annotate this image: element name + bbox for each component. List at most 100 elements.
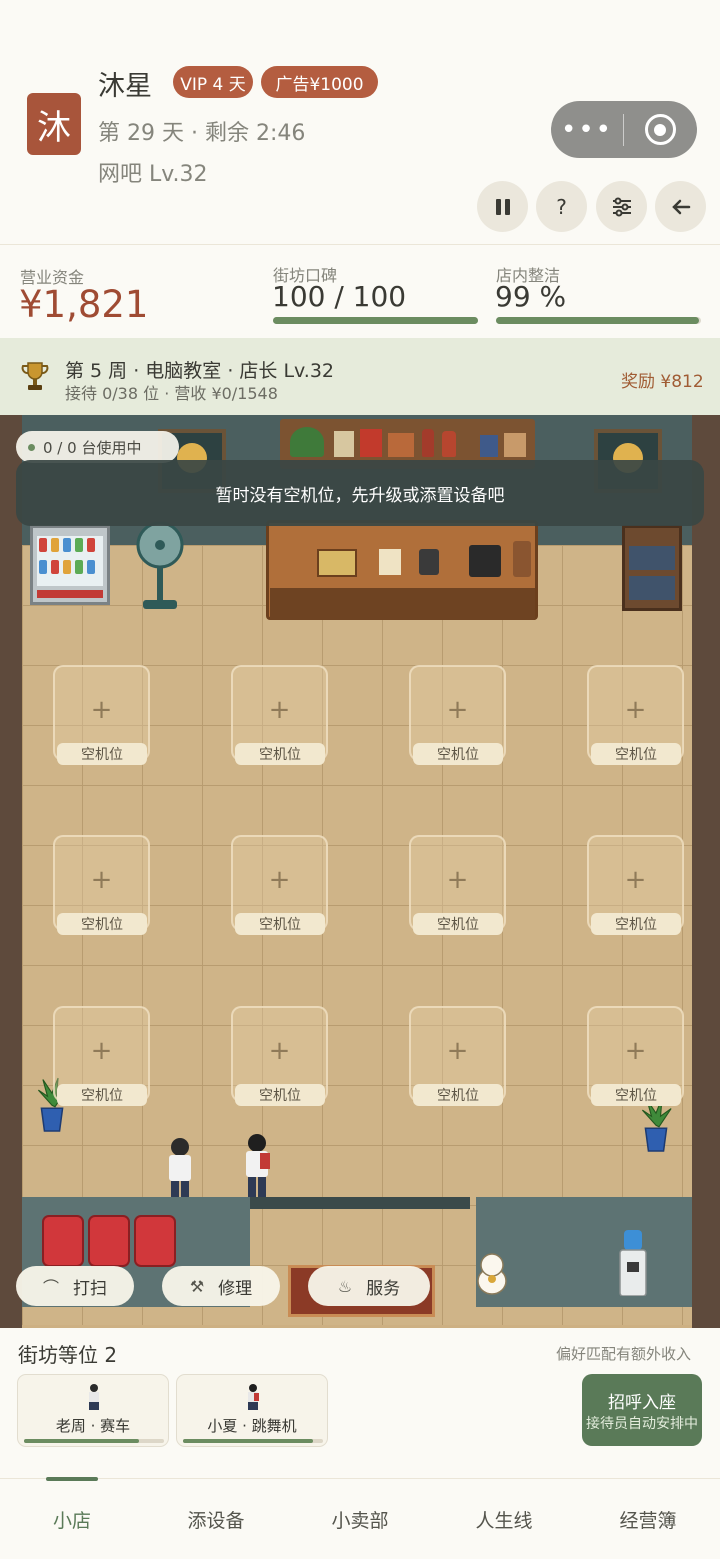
empty-slot-label: 空机位 xyxy=(57,913,147,935)
close-miniprogram-button[interactable] xyxy=(624,101,696,158)
empty-slot-label: 空机位 xyxy=(591,1084,681,1106)
miniprogram-capsule: ••• xyxy=(551,101,697,158)
empty-slot-label: 空机位 xyxy=(591,913,681,935)
waiting-customer-card[interactable]: 小夏 · 跳舞机 xyxy=(176,1374,328,1447)
settings-button[interactable] xyxy=(596,181,647,232)
customer-avatar-icon xyxy=(89,1384,99,1410)
customer-name: 老周 · 赛车 xyxy=(55,1417,131,1435)
left-wall xyxy=(0,415,22,1328)
usage-text: 0 / 0 台使用中 xyxy=(43,438,142,457)
plus-icon: + xyxy=(268,865,291,895)
help-button[interactable]: ? xyxy=(536,181,587,232)
broom-icon: ⌒ xyxy=(42,1278,59,1297)
counter-front xyxy=(270,588,535,620)
empty-slot-label: 空机位 xyxy=(591,743,681,765)
greet-label: 招呼入座 xyxy=(608,1392,676,1413)
repair-button[interactable]: ⚒ 修理 xyxy=(162,1266,280,1306)
water-dispenser-icon xyxy=(619,1230,647,1296)
ad-badge[interactable]: 广告¥1000 xyxy=(261,66,378,98)
reputation-bar xyxy=(273,317,478,324)
tab-shop[interactable]: 小店 xyxy=(0,1479,144,1559)
customer-sprite[interactable] xyxy=(240,1131,274,1207)
back-button[interactable] xyxy=(655,181,706,232)
doorframe xyxy=(250,1197,470,1209)
plus-icon: + xyxy=(446,865,469,895)
plus-icon: + xyxy=(624,1036,647,1066)
trophy-icon xyxy=(21,362,49,390)
weekly-progress: 接待 0/38 位 · 营收 ¥0/1548 xyxy=(65,384,278,403)
plus-icon: + xyxy=(268,1036,291,1066)
serve-label: 服务 xyxy=(366,1278,401,1299)
status-dot-icon xyxy=(28,443,35,451)
target-icon xyxy=(644,114,676,145)
empty-slot-label: 空机位 xyxy=(413,1084,503,1106)
greet-status: 接待员自动安排中 xyxy=(586,1415,698,1432)
sweep-label: 打扫 xyxy=(73,1278,107,1299)
serving-bell-icon: ♨ xyxy=(337,1276,353,1296)
repair-label: 修理 xyxy=(218,1278,253,1299)
electric-fan[interactable] xyxy=(135,520,185,612)
arrow-left-icon xyxy=(671,199,690,214)
plus-icon: + xyxy=(268,695,291,725)
funds-value: ¥1,821 xyxy=(19,283,149,326)
plus-icon: + xyxy=(624,865,647,895)
queue-hint: 偏好匹配有额外收入 xyxy=(556,1345,692,1363)
plus-icon: + xyxy=(446,1036,469,1066)
pause-icon xyxy=(495,198,510,215)
weekly-title: 第 5 周 · 电脑教室 · 店长 Lv.32 xyxy=(65,360,335,382)
tab-ledger[interactable]: 经营簿 xyxy=(576,1479,720,1559)
empty-slot-label: 空机位 xyxy=(235,1084,325,1106)
reputation-bar-fill xyxy=(273,317,478,324)
empty-slot-label: 空机位 xyxy=(235,913,325,935)
pause-button[interactable] xyxy=(477,181,528,232)
patience-bar-fill xyxy=(183,1439,314,1443)
tab-snack-bar[interactable]: 小卖部 xyxy=(288,1479,432,1559)
patience-bar xyxy=(183,1439,323,1443)
player-name: 沐星 xyxy=(98,71,152,102)
empty-slot-label: 空机位 xyxy=(235,743,325,765)
vip-badge[interactable]: VIP 4 天 xyxy=(173,66,253,98)
plus-icon: + xyxy=(90,695,113,725)
serve-button[interactable]: ♨ 服务 xyxy=(308,1266,430,1306)
greet-seat-button[interactable]: 招呼入座 接待员自动安排中 xyxy=(582,1374,702,1446)
vending-machine[interactable] xyxy=(30,525,110,605)
display-cabinet[interactable] xyxy=(622,525,682,611)
tab-active-indicator xyxy=(46,1477,98,1481)
queue-title: 街坊等位 2 xyxy=(18,1343,118,1367)
patience-bar-fill xyxy=(24,1439,139,1443)
shop-level: 网吧 Lv.32 xyxy=(98,162,208,187)
question-icon: ? xyxy=(556,194,567,219)
plus-icon: + xyxy=(90,1036,113,1066)
shop-scene[interactable]: ⌒ 打扫 ⚒ 修理 ♨ 服务 + 空机位 + 空机位 + 空机位 + 空机位 + 空机位 + 空机位 + 空机位… xyxy=(0,415,720,1328)
avatar[interactable]: 沐 xyxy=(27,93,81,155)
day-countdown: 第 29 天 · 剩余 2:46 xyxy=(98,121,306,146)
waiting-customer-card[interactable]: 老周 · 赛车 xyxy=(17,1374,169,1447)
no-slot-toast: 暂时没有空机位，先升级或添置设备吧 xyxy=(16,460,704,526)
cleanliness-bar-fill xyxy=(496,317,699,324)
cleanliness-bar xyxy=(496,317,701,324)
sweep-button[interactable]: ⌒ 打扫 xyxy=(16,1266,134,1306)
reputation-value: 100 / 100 xyxy=(272,280,407,313)
empty-slot-label: 空机位 xyxy=(413,743,503,765)
waiting-chair xyxy=(134,1215,176,1267)
sliders-icon xyxy=(612,197,631,216)
more-menu-button[interactable]: ••• xyxy=(551,101,623,158)
empty-slot-label: 空机位 xyxy=(57,743,147,765)
waiting-chair xyxy=(88,1215,130,1267)
customer-avatar-icon xyxy=(248,1384,259,1410)
plus-icon: + xyxy=(90,865,113,895)
customer-name: 小夏 · 跳舞机 xyxy=(207,1417,297,1435)
waiting-chair xyxy=(42,1215,84,1267)
patience-bar xyxy=(24,1439,164,1443)
tab-add-equipment[interactable]: 添设备 xyxy=(144,1479,288,1559)
empty-slot-label: 空机位 xyxy=(413,913,503,935)
tab-life-line[interactable]: 人生线 xyxy=(432,1479,576,1559)
right-wall xyxy=(692,415,720,1328)
empty-slot-label: 空机位 xyxy=(57,1084,147,1106)
lucky-cat-icon xyxy=(477,1253,507,1295)
weekly-reward: 奖励 ¥812 xyxy=(621,372,704,392)
cleanliness-value: 99 % xyxy=(495,280,567,313)
plus-icon: + xyxy=(624,695,647,725)
wrench-icon: ⚒ xyxy=(189,1276,205,1296)
plus-icon: + xyxy=(446,695,469,725)
